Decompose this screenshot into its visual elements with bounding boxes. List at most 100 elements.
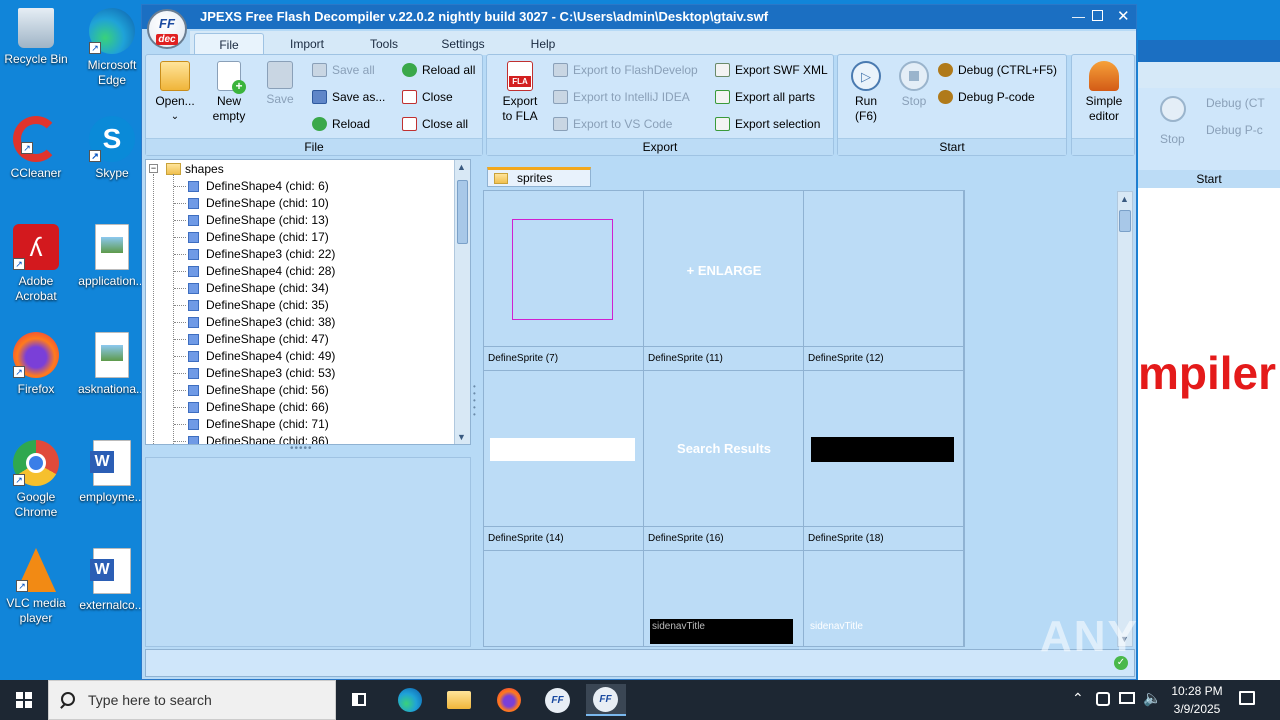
network-icon[interactable] (1096, 692, 1110, 706)
desktop-icon-chrome[interactable]: ↗ Google Chrome (0, 440, 72, 520)
desktop-icon-edge[interactable]: ↗ Microsoft Edge (76, 8, 148, 88)
tree-item[interactable]: DefineShape (chid: 47) (174, 331, 329, 348)
desktop-icon-ccleaner[interactable]: ↗ CCleaner (0, 116, 72, 181)
scroll-thumb[interactable] (1119, 210, 1131, 232)
tab-sprites[interactable]: sprites (487, 167, 591, 187)
clock-date[interactable]: 3/9/2025 (1168, 702, 1226, 716)
export-to-fla-button[interactable]: FLA Export to FLA (495, 61, 545, 124)
export-selection-button[interactable]: Export selection (715, 115, 820, 133)
desktop-icon-asknationa[interactable]: asknationa... (76, 332, 148, 397)
tab-tools[interactable]: Tools (354, 33, 414, 55)
tree-item[interactable]: DefineShape4 (chid: 6) (174, 178, 329, 195)
tree-item[interactable]: DefineShape (chid: 10) (174, 195, 329, 212)
save-as-button[interactable]: Save as... (312, 88, 385, 106)
taskbar-ffdec-button[interactable]: FF (538, 684, 578, 716)
tree-scrollbar[interactable]: ▲ ▼ (454, 160, 470, 444)
taskbar-search-box[interactable]: Type here to search (48, 680, 336, 720)
desktop-icon-skype[interactable]: S ↗ Skype (76, 116, 148, 181)
scroll-up-icon[interactable]: ▲ (1120, 194, 1129, 204)
debug-pcode-button[interactable]: Debug P-code (938, 88, 1035, 106)
tree-item[interactable]: DefineShape3 (chid: 38) (174, 314, 335, 331)
sprite-cell[interactable]: sidenavTitle (644, 551, 804, 646)
tab-file[interactable]: File (194, 33, 264, 55)
tree-item[interactable]: DefineShape (chid: 35) (174, 297, 329, 314)
tree-item[interactable]: DefineShape3 (chid: 53) (174, 365, 335, 382)
shape-icon (188, 283, 199, 294)
scroll-thumb[interactable] (457, 180, 468, 244)
taskbar-explorer-button[interactable] (439, 684, 479, 716)
open-button[interactable]: Open... ⌄ (152, 61, 198, 124)
sprite-cell[interactable] (484, 551, 644, 646)
sprite-cell[interactable]: sidenavTitle (804, 551, 964, 646)
sprite-cell[interactable]: DefineSprite (18) (804, 371, 964, 551)
tree-collapse-icon[interactable]: − (149, 164, 158, 173)
reload-all-button[interactable]: Reload all (402, 61, 475, 79)
simple-editor-button[interactable]: Simple editor (1076, 61, 1132, 124)
export-intellij-button[interactable]: Export to IntelliJ IDEA (553, 88, 690, 106)
scroll-up-icon[interactable]: ▲ (457, 162, 466, 172)
desktop-icon-vlc[interactable]: ↗ VLC media player (0, 548, 72, 626)
play-icon: ▷ (851, 61, 881, 91)
desktop-icon-application[interactable]: application... (76, 224, 148, 289)
desktop-icon-externalco[interactable]: W externalco... (76, 548, 148, 613)
desktop-icon-firefox[interactable]: ↗ Firefox (0, 332, 72, 397)
export-vscode-button[interactable]: Export to VS Code (553, 115, 672, 133)
sprite-cell[interactable]: DefineSprite (14) (484, 371, 644, 551)
export-flashdevelop-button[interactable]: Export to FlashDevelop (553, 61, 698, 79)
desktop-icon-recycle-bin[interactable]: Recycle Bin (0, 8, 72, 67)
reload-button[interactable]: Reload (312, 115, 370, 133)
close-file-button[interactable]: Close (402, 88, 453, 106)
task-view-button[interactable] (340, 684, 380, 716)
sprite-cell[interactable]: DefineSprite (7) (484, 191, 644, 371)
notification-icon[interactable] (1239, 691, 1255, 705)
new-empty-button[interactable]: + New empty (206, 61, 252, 124)
export-swf-xml-button[interactable]: Export SWF XML (715, 61, 828, 79)
export-all-parts-button[interactable]: Export all parts (715, 88, 815, 106)
tree-item[interactable]: DefineShape (chid: 66) (174, 399, 329, 416)
bug-icon (938, 63, 953, 77)
tree-item[interactable]: DefineShape (chid: 17) (174, 229, 329, 246)
sprite-cell[interactable]: DefineSprite (12) (804, 191, 964, 371)
bg-decompiler-text: mpiler (1138, 347, 1277, 399)
close-icon[interactable]: ✕ (1117, 7, 1130, 25)
shape-icon (188, 385, 199, 396)
run-button[interactable]: ▷ Run (F6) (844, 61, 888, 124)
tree-item[interactable]: DefineShape4 (chid: 49) (174, 348, 335, 365)
tab-settings[interactable]: Settings (430, 33, 496, 55)
vertical-splitter[interactable]: • • • • • (473, 383, 477, 423)
details-panel (145, 457, 471, 647)
shortcut-arrow-icon: ↗ (13, 258, 25, 270)
maximize-icon[interactable] (1092, 10, 1103, 21)
scroll-down-icon[interactable]: ▼ (457, 432, 466, 442)
taskbar-ffdec-button-active[interactable]: FF (586, 684, 626, 716)
start-button[interactable] (0, 680, 48, 720)
minimize-icon[interactable]: — (1072, 9, 1085, 24)
volume-icon[interactable]: 🔈 (1143, 689, 1162, 707)
tree-root-label[interactable]: shapes (185, 161, 224, 178)
debug-button[interactable]: Debug (CTRL+F5) (938, 61, 1057, 79)
tag-tree[interactable]: − shapes DefineShape4 (chid: 6) DefineSha… (145, 159, 471, 445)
tree-item[interactable]: DefineShape3 (chid: 22) (174, 246, 335, 263)
clock-time[interactable]: 10:28 PM (1168, 684, 1226, 698)
tree-item[interactable]: DefineShape (chid: 34) (174, 280, 329, 297)
preview-scrollbar[interactable]: ▲ ▼ (1117, 191, 1133, 647)
save-button[interactable]: Save (258, 61, 302, 107)
tree-item[interactable]: DefineShape (chid: 56) (174, 382, 329, 399)
close-all-button[interactable]: Close all (402, 115, 468, 133)
save-all-button[interactable]: Save all (312, 61, 375, 79)
sprite-cell[interactable]: Search Results DefineSprite (16) (644, 371, 804, 551)
tree-item[interactable]: DefineShape (chid: 13) (174, 212, 329, 229)
tab-help[interactable]: Help (516, 33, 570, 55)
desktop-icon-acrobat[interactable]: ʎ ↗ Adobe Acrobat (0, 224, 72, 304)
taskbar-firefox-button[interactable] (489, 684, 529, 716)
splitter-handle[interactable]: ••••• (290, 444, 324, 454)
stop-button[interactable]: Stop (892, 61, 936, 109)
tree-item[interactable]: DefineShape4 (chid: 28) (174, 263, 335, 280)
chevron-up-icon[interactable]: ⌃ (1072, 690, 1084, 707)
tree-item[interactable]: DefineShape (chid: 71) (174, 416, 329, 433)
network-wired-icon[interactable] (1119, 692, 1135, 704)
tab-import[interactable]: Import (275, 33, 339, 55)
sprite-cell[interactable]: + ENLARGE DefineSprite (11) (644, 191, 804, 371)
taskbar-edge-button[interactable] (390, 684, 430, 716)
desktop-icon-employme[interactable]: W employme... (76, 440, 148, 505)
